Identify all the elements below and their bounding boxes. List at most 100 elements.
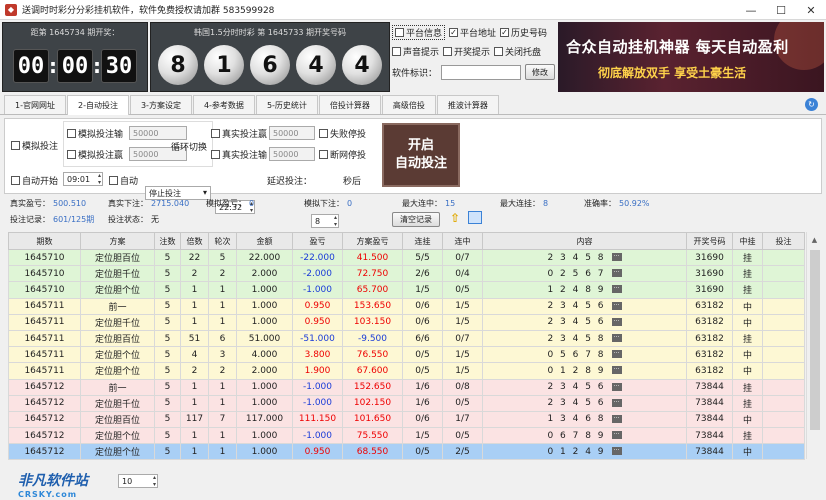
real-loss-input[interactable]: 50000 [269, 147, 315, 161]
window-icon[interactable] [468, 211, 482, 224]
table-cell: 0 1 2 8 9 ··· [482, 362, 687, 380]
table-cell: 1 [208, 443, 237, 461]
col-header[interactable]: 开奖号码 [686, 232, 733, 250]
auto-checkbox[interactable]: 自动 [109, 174, 138, 187]
more-icon[interactable]: ··· [611, 317, 622, 326]
loop-switch-label: 循环切换 [171, 143, 208, 153]
up-arrow-icon[interactable]: ⇧ [450, 211, 460, 225]
software-id-input[interactable] [441, 64, 522, 80]
page-size-input[interactable]: 10 [118, 474, 158, 488]
close-button[interactable]: ✕ [796, 0, 826, 20]
platform-info-checkbox[interactable]: 平台信息 [392, 25, 446, 40]
auto-start-time[interactable]: 09:01 [63, 172, 103, 186]
more-icon[interactable]: ··· [611, 334, 622, 343]
tab-auto-bet[interactable]: 2-自动投注 [66, 95, 129, 115]
table-cell: 0/5 [402, 362, 443, 380]
tab-website[interactable]: 1-官网网址 [4, 95, 66, 114]
table-row[interactable]: 1645712 定位胆千位 5 1 1 1.000 -1.000 102.150 1/6 0/5 2… [8, 394, 805, 412]
more-icon[interactable]: ··· [611, 253, 622, 262]
table-row[interactable]: 1645710 定位胆百位 5 22 5 22.000 -22.000 41.500 5/5 0/… [8, 248, 805, 267]
table-row[interactable]: 1645711 定位胆个位 5 2 2 2.000 1.900 67.600 0/5 1/5 0 1… [8, 362, 805, 380]
draw-prompt-checkbox[interactable]: 开奖提示 [443, 45, 490, 58]
table-cell: 67.600 [342, 362, 403, 380]
refresh-icon[interactable]: ↻ [805, 98, 818, 111]
maximize-button[interactable]: ☐ [766, 0, 796, 20]
ad-banner[interactable]: 合众自动挂机神器 每天自动盈利 彻底解放双手 享受土豪生活 [558, 22, 824, 92]
tab-history-stats[interactable]: 5-历史统计 [255, 95, 318, 114]
table-row[interactable]: 1645712 定位胆个位 5 1 1 1.000 -1.000 75.550 1/5 0/5 0 … [8, 427, 805, 445]
real-win-input[interactable]: 50000 [269, 126, 315, 140]
table-scrollbar[interactable]: ▲ [806, 232, 822, 459]
tab-plan-settings[interactable]: 3-方案设定 [129, 95, 192, 114]
table-cell: 76.550 [342, 346, 403, 364]
disconnect-stop-checkbox[interactable]: 断网停投 [319, 148, 366, 161]
start-auto-bet-button[interactable]: 开启 自动投注 [382, 123, 460, 187]
table-cell: 1645711 [8, 329, 81, 348]
more-icon[interactable]: ··· [611, 350, 622, 359]
modify-button[interactable]: 修改 [525, 64, 556, 80]
tab-advanced-multiplier[interactable]: 高级倍投 [381, 95, 436, 114]
more-icon[interactable]: ··· [611, 301, 622, 310]
minimize-button[interactable]: — [736, 0, 766, 20]
table-row[interactable]: 1645712 定位胆百位 5 117 7 117.000 111.150 101.650 0/… [8, 410, 805, 429]
close-tray-checkbox[interactable]: 关闭托盘 [494, 45, 541, 58]
col-header[interactable]: 投注 [762, 232, 805, 250]
col-header[interactable]: 连挂 [402, 232, 443, 250]
more-icon[interactable]: ··· [611, 285, 622, 294]
history-nums-checkbox[interactable]: ✓ 历史号码 [500, 26, 547, 39]
table-row[interactable]: 1645710 定位胆千位 5 2 2 2.000 -2.000 72.750 2/6 0/4 0 … [8, 265, 805, 283]
checkbox-box [211, 150, 220, 159]
content-numbers: 0 5 6 7 8 [547, 349, 606, 360]
table-cell: 2/5 [442, 443, 483, 461]
table-row[interactable]: 1645711 定位胆千位 5 1 1 1.000 0.950 103.150 0/6 1/5 2 … [8, 313, 805, 331]
more-icon[interactable]: ··· [611, 431, 622, 440]
sim-win-checkbox[interactable]: 模拟投注赢 [67, 148, 123, 161]
more-icon[interactable]: ··· [611, 398, 622, 407]
auto-start-checkbox[interactable]: 自动开始 [11, 174, 58, 187]
sim-loss-checkbox[interactable]: 模拟投注输 [67, 127, 123, 140]
real-win-checkbox[interactable]: 真实投注赢 [211, 127, 267, 140]
col-header[interactable]: 方案盈亏 [342, 232, 403, 250]
table-cell: 5 [154, 427, 181, 445]
col-header[interactable]: 期数 [8, 232, 81, 250]
tab-push-calc[interactable]: 推波计算器 [436, 95, 499, 114]
col-header[interactable]: 注数 [154, 232, 181, 250]
real-loss-checkbox[interactable]: 真实投注输 [211, 148, 267, 161]
table-cell: 5 [154, 410, 181, 429]
sim-loss-input[interactable]: 50000 [129, 126, 187, 140]
more-icon[interactable]: ··· [611, 366, 622, 375]
col-header[interactable]: 倍数 [180, 232, 209, 250]
table-row[interactable]: 1645712 前一 5 1 1 1.000 -1.000 152.650 1/6 0/8 2 3 … [8, 378, 805, 396]
tab-reference-data[interactable]: 4-参考数据 [192, 95, 255, 114]
table-cell: 1645712 [8, 443, 81, 461]
col-header[interactable]: 金额 [236, 232, 293, 250]
scroll-up-icon[interactable]: ▲ [807, 232, 822, 248]
fail-stop-checkbox[interactable]: 失败停投 [319, 127, 366, 140]
more-icon[interactable]: ··· [611, 269, 622, 278]
table-row[interactable]: 1645711 定位胆百位 5 51 6 51.000 -51.000 -9.500 6/6 0/… [8, 329, 805, 348]
table-cell: 0/6 [402, 410, 443, 429]
more-icon[interactable]: ··· [611, 414, 622, 423]
more-icon[interactable]: ··· [611, 382, 622, 391]
table-cell: 22 [180, 248, 209, 267]
clear-records-button[interactable]: 清空记录 [392, 212, 440, 227]
table-row[interactable]: 1645712 定位胆个位 5 1 1 1.000 0.950 68.550 0/5 2/5 0 1… [8, 443, 805, 461]
tab-multiplier-calc[interactable]: 倍投计算器 [318, 95, 381, 114]
table-row[interactable]: 1645711 前一 5 1 1 1.000 0.950 153.650 0/6 1/5 2 3 4… [8, 297, 805, 315]
table-row[interactable]: 1645710 定位胆个位 5 1 1 1.000 -1.000 65.700 1/5 0/5 1 … [8, 281, 805, 299]
col-header[interactable]: 内容 [482, 232, 687, 250]
table-cell: 定位胆个位 [80, 362, 155, 380]
table-cell: 41.500 [342, 248, 403, 267]
table-row[interactable]: 1645711 定位胆个位 5 4 3 4.000 3.800 76.550 0/5 1/5 0 5… [8, 346, 805, 364]
platform-addr-checkbox[interactable]: ✓ 平台地址 [449, 26, 496, 39]
sim-bet-checkbox[interactable]: 模拟投注 [11, 139, 58, 152]
scroll-thumb[interactable] [810, 250, 820, 430]
col-header[interactable]: 中挂 [732, 232, 763, 250]
col-header[interactable]: 盈亏 [292, 232, 343, 250]
col-header[interactable]: 连中 [442, 232, 483, 250]
more-icon[interactable]: ··· [611, 447, 622, 456]
col-header[interactable]: 轮次 [208, 232, 237, 250]
col-header[interactable]: 方案 [80, 232, 155, 250]
table-cell: 5 [154, 313, 181, 331]
sound-prompt-checkbox[interactable]: 声音提示 [392, 45, 439, 58]
